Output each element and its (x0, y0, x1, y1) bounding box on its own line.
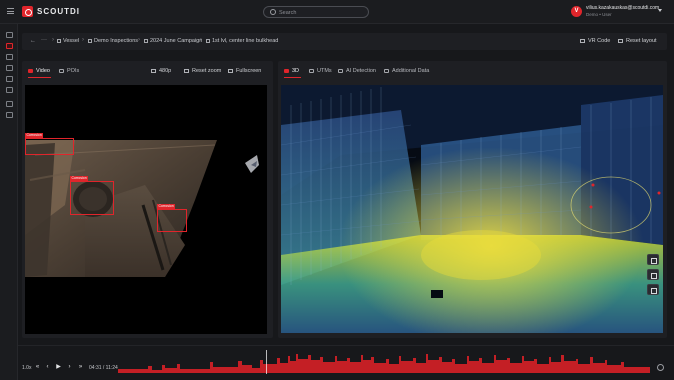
folder-icon (88, 38, 92, 43)
app-window: SCOUTDI V vilius.kazakauskas@scoutdi.com… (0, 0, 674, 380)
map-icon[interactable] (647, 269, 659, 280)
code-icon[interactable] (6, 54, 13, 60)
skip-back-icon[interactable]: « (34, 364, 41, 371)
brand-name: SCOUTDI (37, 7, 80, 16)
poi-icon (59, 68, 64, 73)
chevron-down-icon[interactable] (658, 9, 662, 12)
video-icon (28, 68, 33, 73)
user-email[interactable]: vilius.kazakauskas@scoutdi.com (586, 5, 659, 11)
video-icon (206, 38, 210, 43)
breadcrumb: ← ··· › Vessel › Demo Inspections › 2024… (22, 33, 667, 50)
tab-3d[interactable]: 3D (284, 68, 299, 74)
fullscreen-icon (228, 68, 233, 73)
layout-icon (618, 38, 623, 43)
reset-layout-button[interactable]: Reset layout (618, 38, 657, 44)
tab-utms[interactable]: UTMs (309, 68, 332, 74)
detection-label: Corrosion (25, 133, 44, 138)
chevron-right-icon: › (200, 37, 202, 43)
ship-icon (57, 38, 61, 43)
settings-icon[interactable] (6, 112, 13, 118)
video-viewport[interactable]: Corrosion Corrosion Corrosion (25, 85, 267, 334)
users-icon[interactable] (6, 76, 13, 82)
play-icon[interactable]: ▶ (55, 364, 62, 371)
breadcrumb-video[interactable]: 1st lvl, center line bulkhead (206, 38, 278, 44)
layers-icon[interactable] (6, 101, 13, 107)
search-box[interactable] (263, 6, 369, 18)
inspections-icon[interactable] (6, 43, 13, 49)
step-forward-icon[interactable]: › (66, 364, 73, 371)
video-frame (25, 85, 267, 334)
tab-video[interactable]: Video (28, 68, 50, 74)
layers-icon[interactable] (647, 284, 659, 295)
step-back-icon[interactable]: ‹ (44, 364, 51, 371)
breadcrumb-vessel[interactable]: Vessel (57, 38, 79, 44)
ai-icon (338, 68, 343, 73)
vr-code-button[interactable]: VR Code (580, 38, 610, 44)
vr-headset-icon (580, 38, 585, 43)
more-icon[interactable]: ··· (41, 37, 47, 43)
move-icon (184, 68, 189, 73)
fullscreen-button[interactable]: Fullscreen (228, 68, 261, 74)
timeline-histogram[interactable] (118, 350, 650, 374)
settings-icon[interactable] (657, 364, 664, 371)
3d-viewport[interactable] (281, 85, 663, 333)
search-input[interactable] (279, 8, 364, 17)
point-cloud-render (281, 85, 663, 333)
timeline-bar: 1.0x « ‹ ▶ › » 04:31 / 11:24 (18, 345, 674, 380)
active-tab-indicator (284, 77, 301, 78)
side-rail (0, 24, 18, 380)
detection-label: Corrosion (157, 204, 176, 209)
playback-speed[interactable]: 1.0x (22, 365, 31, 371)
ruler-icon (309, 68, 314, 73)
chevron-right-icon: › (52, 37, 54, 43)
home-icon[interactable] (6, 32, 13, 38)
document-icon[interactable] (6, 65, 13, 71)
logo-icon (22, 6, 33, 17)
data-icon (384, 68, 389, 73)
detection-box[interactable]: Corrosion (25, 133, 74, 155)
chevron-right-icon: › (138, 37, 140, 43)
back-arrow-icon[interactable]: ← (30, 38, 36, 44)
playback-time: 04:31 / 11:24 (89, 365, 118, 371)
tab-pois[interactable]: POIs (59, 68, 79, 74)
menu-icon[interactable] (7, 8, 14, 14)
active-tab-indicator (28, 77, 51, 78)
info-icon[interactable] (647, 254, 659, 265)
chevron-right-icon: › (82, 37, 84, 43)
detection-box[interactable]: Corrosion (157, 204, 187, 232)
detection-box[interactable]: Corrosion (70, 176, 114, 215)
reset-zoom-button[interactable]: Reset zoom (184, 68, 221, 74)
tab-additional-data[interactable]: Additional Data (384, 68, 429, 74)
breadcrumb-campaign[interactable]: 2024 June Campaign (144, 38, 202, 44)
sliders-icon (151, 68, 156, 73)
folder-icon[interactable] (6, 87, 13, 93)
search-icon (270, 9, 276, 15)
user-role: Demo • User (586, 12, 612, 17)
skip-forward-icon[interactable]: » (77, 364, 84, 371)
tab-ai-detection[interactable]: AI Detection (338, 68, 376, 74)
detection-label: Corrosion (70, 176, 89, 181)
cube-icon (284, 68, 289, 73)
top-bar: SCOUTDI V vilius.kazakauskas@scoutdi.com… (0, 0, 674, 24)
calendar-icon (144, 38, 148, 43)
resolution-selector[interactable]: 480p (151, 68, 171, 74)
avatar[interactable]: V (571, 6, 582, 17)
breadcrumb-demo-inspections[interactable]: Demo Inspections (88, 38, 138, 44)
